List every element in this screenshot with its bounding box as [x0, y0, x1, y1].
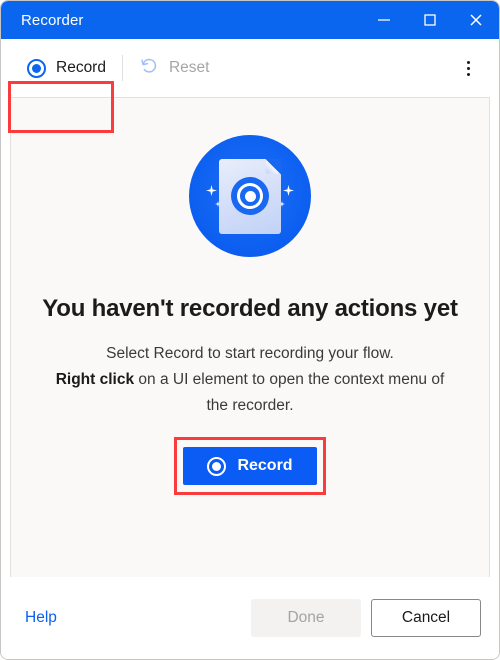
close-icon[interactable] [453, 1, 499, 39]
toolbar-reset-label: Reset [168, 59, 210, 76]
description-line-2: on a UI element to open the context menu… [134, 371, 445, 414]
document-icon [219, 158, 281, 234]
window-title: Recorder [21, 11, 84, 29]
cancel-button[interactable]: Cancel [371, 599, 481, 637]
empty-state-panel: You haven't recorded any actions yet Sel… [10, 97, 490, 577]
footer-actions: Done Cancel [251, 599, 481, 637]
record-icon [207, 456, 227, 476]
record-icon [27, 58, 46, 78]
description-emphasis: Right click [55, 371, 135, 388]
reset-icon [139, 56, 159, 81]
title-bar: Recorder [1, 1, 499, 39]
toolbar-reset-button[interactable]: Reset [127, 50, 222, 86]
record-button-label: Record [237, 457, 293, 474]
sparkle-icon [283, 185, 294, 196]
record-target-icon [231, 177, 269, 215]
window-controls [361, 1, 499, 39]
maximize-icon[interactable] [407, 1, 453, 39]
sparkle-icon [206, 185, 217, 196]
recorder-illustration [189, 135, 311, 257]
record-button[interactable]: Record [183, 447, 317, 485]
toolbar-record-button[interactable]: Record [15, 50, 118, 86]
toolbar-record-label: Record [56, 59, 106, 76]
record-button-container: Record [174, 437, 326, 495]
toolbar-divider [121, 55, 123, 81]
page-description: Select Record to start recording your fl… [54, 341, 446, 419]
recorder-window: Recorder Record Reset You haven't record… [0, 0, 500, 660]
toolbar: Record Reset [1, 39, 499, 133]
page-title: You haven't recorded any actions yet [42, 295, 458, 322]
minimize-icon[interactable] [361, 1, 407, 39]
footer: Help Done Cancel [1, 577, 499, 659]
done-button[interactable]: Done [251, 599, 361, 637]
page-fold-corner [266, 158, 281, 174]
description-line-1: Select Record to start recording your fl… [106, 345, 394, 362]
help-link[interactable]: Help [19, 605, 63, 631]
more-options-icon[interactable] [451, 51, 485, 85]
